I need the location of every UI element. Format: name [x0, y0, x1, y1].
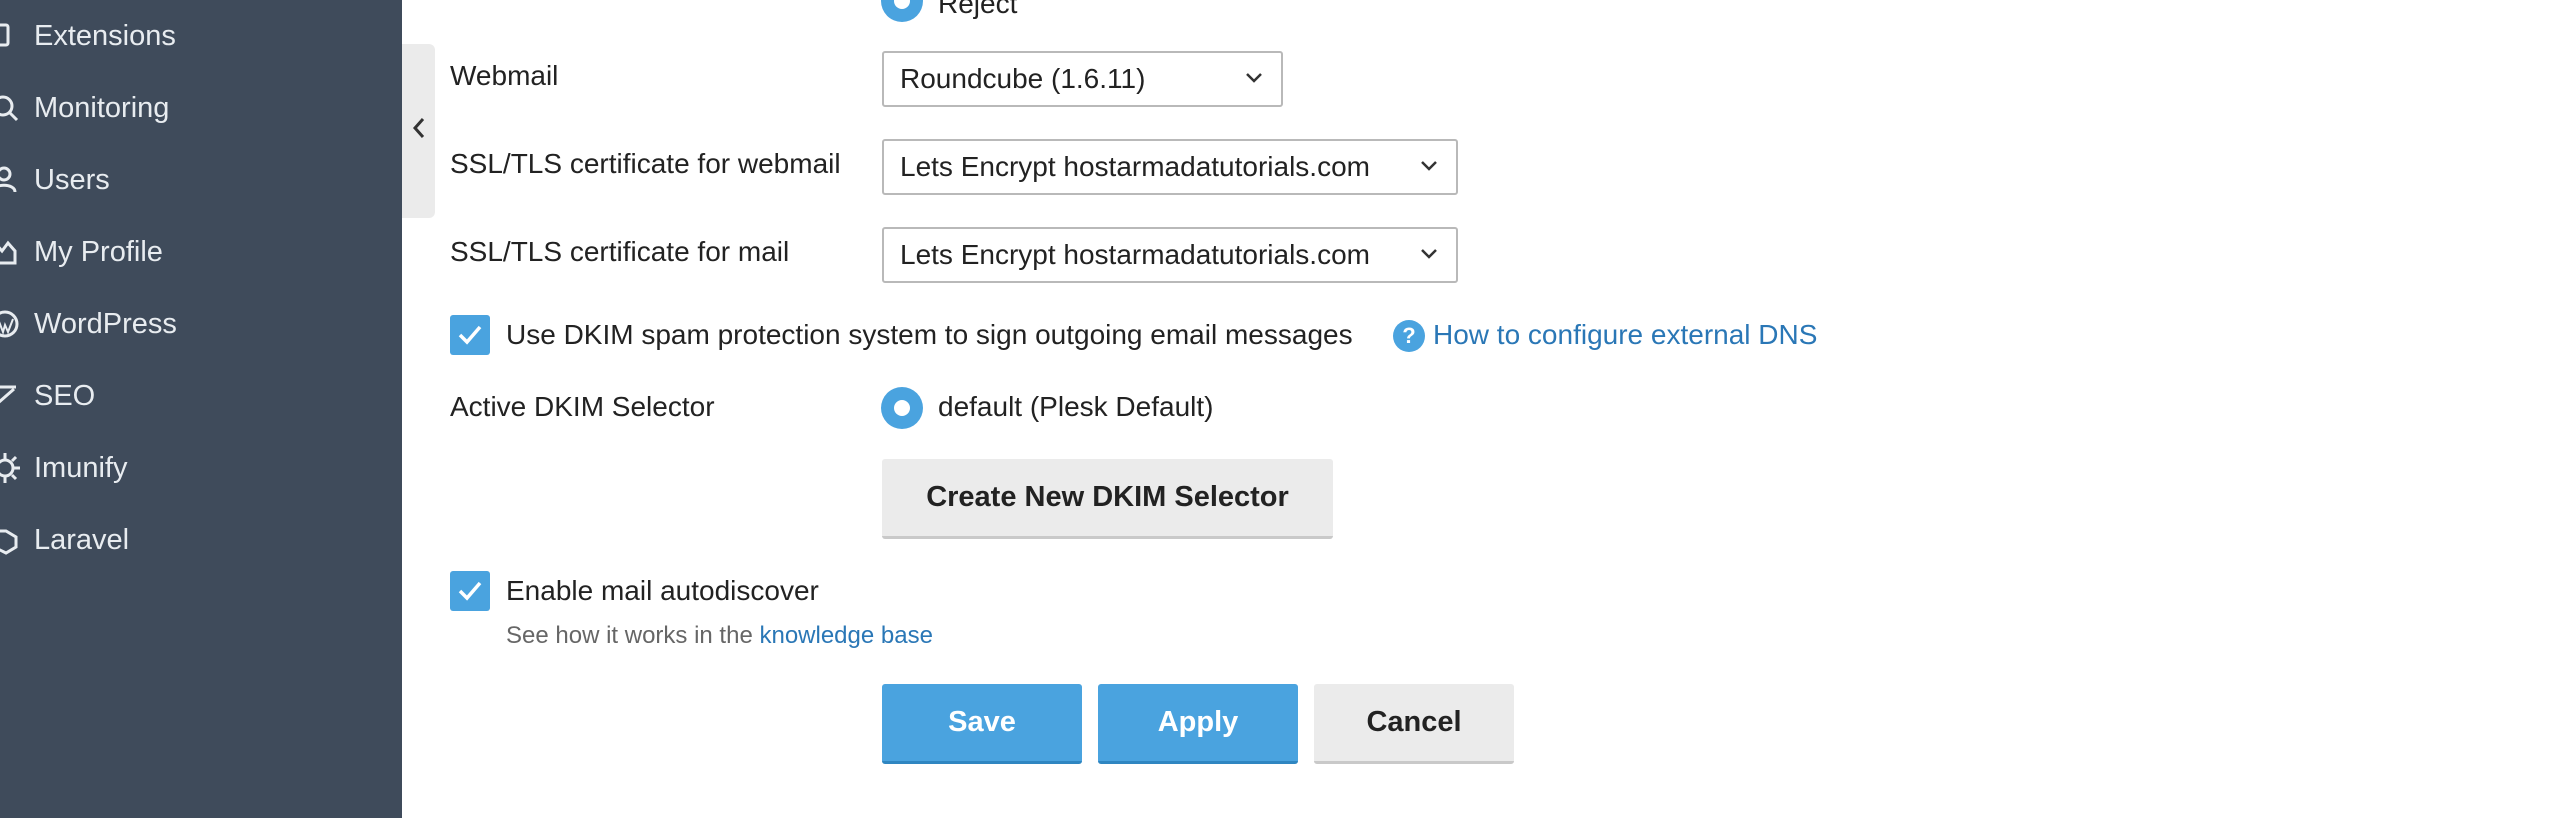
chevron-down-icon	[1421, 249, 1437, 259]
apply-button[interactable]: Apply	[1098, 684, 1298, 764]
reject-radio[interactable]	[881, 0, 923, 22]
sidebar-item-label: SEO	[34, 379, 96, 412]
sidebar: Extensions Monitoring Users My Profile W…	[0, 0, 402, 818]
autodiscover-hint: See how it works in the knowledge base	[506, 622, 933, 650]
dkim-selector-default-label: default (Plesk Default)	[938, 391, 1214, 422]
cancel-button[interactable]: Cancel	[1314, 684, 1514, 764]
seo-icon	[0, 379, 22, 413]
ssl-mail-select[interactable]: Lets Encrypt hostarmadatutorials.com	[882, 227, 1458, 283]
dkim-checkbox[interactable]	[450, 315, 490, 355]
sidebar-item-users[interactable]: Users	[0, 152, 110, 208]
sidebar-item-imunify[interactable]: Imunify	[0, 440, 127, 496]
sidebar-item-label: Extensions	[34, 19, 176, 52]
sidebar-collapse-toggle[interactable]	[402, 44, 435, 218]
autodiscover-label: Enable mail autodiscover	[506, 575, 819, 606]
chevron-down-icon	[1246, 73, 1262, 83]
sidebar-item-my-profile[interactable]: My Profile	[0, 224, 163, 280]
chevron-left-icon	[410, 115, 428, 147]
sidebar-item-seo[interactable]: SEO	[0, 368, 95, 424]
imunify-icon	[0, 451, 22, 485]
user-icon	[0, 163, 22, 197]
create-dkim-selector-button[interactable]: Create New DKIM Selector	[882, 459, 1333, 539]
webmail-select[interactable]: Roundcube (1.6.11)	[882, 51, 1283, 107]
sidebar-item-label: Monitoring	[34, 91, 170, 124]
save-button[interactable]: Save	[882, 684, 1082, 764]
monitoring-icon	[0, 91, 22, 125]
sidebar-item-label: WordPress	[34, 307, 177, 340]
knowledge-base-link[interactable]: knowledge base	[759, 622, 932, 649]
extensions-icon	[0, 19, 22, 53]
sidebar-item-label: Imunify	[34, 451, 128, 484]
wordpress-icon	[0, 307, 22, 341]
chevron-down-icon	[1421, 161, 1437, 171]
webmail-label: Webmail	[450, 60, 559, 91]
sidebar-item-wordpress[interactable]: WordPress	[0, 296, 177, 352]
ssl-webmail-select-value: Lets Encrypt hostarmadatutorials.com	[900, 151, 1370, 182]
active-dkim-selector-label: Active DKIM Selector	[450, 391, 715, 422]
ssl-webmail-select[interactable]: Lets Encrypt hostarmadatutorials.com	[882, 139, 1458, 195]
ssl-webmail-label: SSL/TLS certificate for webmail	[450, 148, 841, 179]
checkmark-icon	[458, 581, 482, 601]
autodiscover-checkbox[interactable]	[450, 571, 490, 611]
dkim-selector-default-radio[interactable]	[881, 387, 923, 429]
autodiscover-hint-text: See how it works in the	[506, 622, 753, 649]
sidebar-item-laravel[interactable]: Laravel	[0, 512, 129, 568]
ssl-mail-select-value: Lets Encrypt hostarmadatutorials.com	[900, 239, 1370, 270]
dkim-external-dns-link[interactable]: How to configure external DNS	[1433, 319, 1817, 351]
reject-option-label: Reject	[938, 0, 1018, 19]
webmail-select-value: Roundcube (1.6.11)	[900, 63, 1146, 94]
dkim-checkbox-label: Use DKIM spam protection system to sign …	[506, 319, 1353, 350]
checkmark-icon	[458, 325, 482, 345]
profile-icon	[0, 235, 22, 269]
laravel-icon	[0, 523, 22, 557]
sidebar-item-label: Laravel	[34, 523, 130, 556]
sidebar-item-label: Users	[34, 163, 110, 196]
sidebar-item-monitoring[interactable]: Monitoring	[0, 80, 169, 136]
mail-settings-form: Reject Webmail Roundcube (1.6.11) SSL/TL…	[435, 0, 2560, 818]
sidebar-item-extensions[interactable]: Extensions	[0, 8, 176, 64]
sidebar-item-label: My Profile	[34, 235, 163, 268]
help-icon[interactable]: ?	[1393, 320, 1425, 352]
ssl-mail-label: SSL/TLS certificate for mail	[450, 236, 790, 267]
